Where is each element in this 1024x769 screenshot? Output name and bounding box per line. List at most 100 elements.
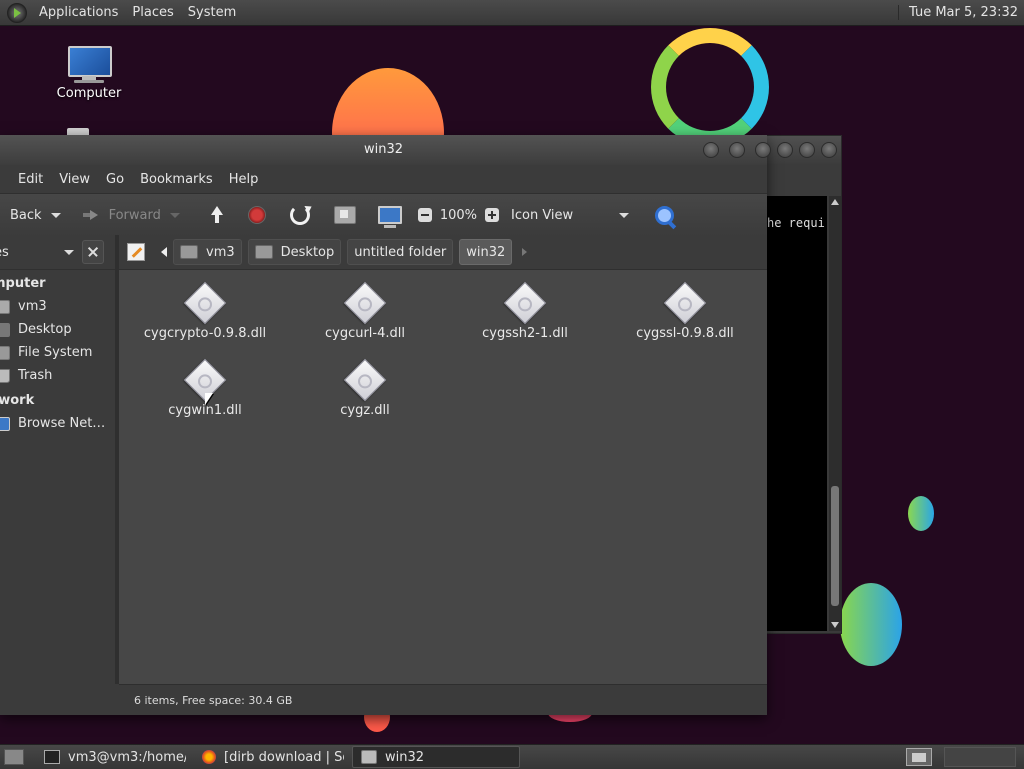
terminal-close-button[interactable] <box>821 142 837 158</box>
sidebar-item-label: Browse Net… <box>18 416 106 431</box>
search-icon[interactable] <box>655 205 675 225</box>
chevron-down-icon <box>619 212 630 218</box>
workspace-switcher[interactable] <box>906 748 932 766</box>
home-folder-icon <box>180 245 198 259</box>
forward-button[interactable]: Forward <box>82 208 180 223</box>
sidebar-item-trash[interactable]: Trash <box>0 364 115 387</box>
system-menu[interactable]: System <box>181 5 243 20</box>
zoom-in-icon[interactable] <box>485 208 500 222</box>
file-item[interactable]: cygcurl-4.dll <box>295 281 435 341</box>
breadcrumb-win32[interactable]: win32 <box>459 239 513 265</box>
file-name: cygcurl-4.dll <box>324 326 405 341</box>
desktop-icon-label: Computer <box>56 86 122 101</box>
breadcrumb-label: untitled folder <box>354 244 447 260</box>
terminal-text: he requi <box>767 216 825 230</box>
location-bar: vm3 Desktop untitled folder win32 <box>119 235 767 270</box>
menu-view[interactable]: View <box>51 172 98 187</box>
menubar: Edit View Go Bookmarks Help <box>0 165 767 193</box>
menu-go[interactable]: Go <box>98 172 132 187</box>
menu-help[interactable]: Help <box>221 172 267 187</box>
sidebar-item-label: File System <box>18 345 93 360</box>
desktop-icon-computer[interactable]: Computer <box>56 46 122 101</box>
sidebar-type-select[interactable]: es <box>0 240 78 264</box>
show-desktop-icon[interactable] <box>4 749 24 765</box>
dll-file-icon <box>343 358 387 402</box>
minimize-button[interactable] <box>703 142 719 158</box>
desktop-folder-icon <box>0 322 10 337</box>
wallpaper-ring <box>651 28 769 146</box>
zoom-level[interactable]: 100% <box>440 208 477 223</box>
firefox-icon <box>202 750 216 764</box>
drive-icon <box>0 345 10 360</box>
file-name: cygssl-0.9.8.dll <box>636 326 734 341</box>
home-icon[interactable] <box>333 206 356 224</box>
computer-icon[interactable] <box>377 206 402 228</box>
up-arrow-icon[interactable] <box>208 206 226 224</box>
scroll-down-icon[interactable] <box>831 622 839 628</box>
workspace-switcher-area[interactable] <box>944 747 1016 767</box>
desktop-folder-icon <box>254 245 273 259</box>
sidebar-item-vm3[interactable]: vm3 <box>0 295 115 318</box>
breadcrumb-scroll-left-icon[interactable] <box>161 247 167 257</box>
network-icon <box>0 416 10 431</box>
applications-menu[interactable]: Applications <box>32 5 125 20</box>
sidebar-item-label: Trash <box>18 368 53 383</box>
terminal-minimize-button[interactable] <box>777 142 793 158</box>
distro-logo-icon[interactable] <box>7 2 27 23</box>
sidebar-item-browse-network[interactable]: Browse Net… <box>0 412 115 435</box>
mouse-pointer-icon <box>205 393 213 405</box>
view-mode-select[interactable]: Icon View <box>511 208 630 223</box>
close-button[interactable] <box>755 142 771 158</box>
places-menu[interactable]: Places <box>125 5 180 20</box>
file-item[interactable]: cygssl-0.9.8.dll <box>615 281 755 341</box>
home-folder-icon <box>0 299 10 314</box>
taskbar-item-win32[interactable]: win32 <box>352 746 520 768</box>
maximize-button[interactable] <box>729 142 745 158</box>
menu-edit[interactable]: Edit <box>0 172 51 187</box>
forward-arrow-icon <box>82 210 99 220</box>
terminal-maximize-button[interactable] <box>799 142 815 158</box>
file-name: cygcrypto-0.9.8.dll <box>143 326 267 341</box>
file-icon-view[interactable]: cygcrypto-0.9.8.dll cygcurl-4.dll cygssh… <box>119 270 767 684</box>
file-item[interactable]: cygcrypto-0.9.8.dll <box>135 281 275 341</box>
computer-icon <box>66 46 112 83</box>
trash-icon <box>0 368 10 383</box>
taskbar-item-firefox[interactable]: [dirb download | So... <box>194 746 344 768</box>
window-titlebar[interactable]: win32 <box>0 135 771 165</box>
breadcrumb-label: vm3 <box>206 244 235 260</box>
taskbar-item-label: [dirb download | So... <box>224 749 344 765</box>
breadcrumb-vm3[interactable]: vm3 <box>173 239 242 265</box>
forward-history-dropdown-icon[interactable] <box>169 212 180 218</box>
folder-icon <box>361 750 377 764</box>
breadcrumb-desktop[interactable]: Desktop <box>247 239 342 265</box>
sidebar-item-file-system[interactable]: File System <box>0 341 115 364</box>
toolbar: Back Forward 100% Icon View <box>0 193 767 237</box>
file-item[interactable]: cygssh2-1.dll <box>455 281 595 341</box>
scrollbar-thumb[interactable] <box>831 486 839 606</box>
reload-icon[interactable] <box>289 205 310 225</box>
menu-bookmarks[interactable]: Bookmarks <box>132 172 221 187</box>
zoom-out-icon[interactable] <box>417 208 432 222</box>
back-button[interactable]: Back <box>10 208 61 223</box>
stop-icon[interactable] <box>247 206 266 224</box>
breadcrumb-untitled-folder[interactable]: untitled folder <box>347 239 454 265</box>
breadcrumb-label: Desktop <box>280 244 335 260</box>
sidebar-type-label: es <box>0 244 9 260</box>
scroll-up-icon[interactable] <box>831 199 839 205</box>
wallpaper-shape <box>840 583 902 666</box>
breadcrumb-scroll-right-icon[interactable] <box>522 248 528 256</box>
taskbar-item-terminal[interactable]: vm3@vm3:/home/v... <box>36 746 186 768</box>
file-item[interactable]: cygz.dll <box>295 358 435 418</box>
terminal-output[interactable]: he requi <box>767 196 827 631</box>
dll-file-icon <box>503 281 547 325</box>
clock[interactable]: Tue Mar 5, 23:32 <box>898 5 1024 20</box>
status-bar: 6 items, Free space: 30.4 GB <box>119 684 767 715</box>
top-panel: Applications Places System Tue Mar 5, 23… <box>0 0 1024 26</box>
back-history-dropdown-icon[interactable] <box>50 212 61 218</box>
edit-location-icon[interactable] <box>127 243 145 261</box>
terminal-scrollbar[interactable] <box>829 196 841 631</box>
terminal-icon <box>44 750 60 764</box>
file-item[interactable]: cygwin1.dll <box>135 358 275 418</box>
close-sidebar-icon[interactable] <box>82 240 104 264</box>
sidebar-item-desktop[interactable]: Desktop <box>0 318 115 341</box>
